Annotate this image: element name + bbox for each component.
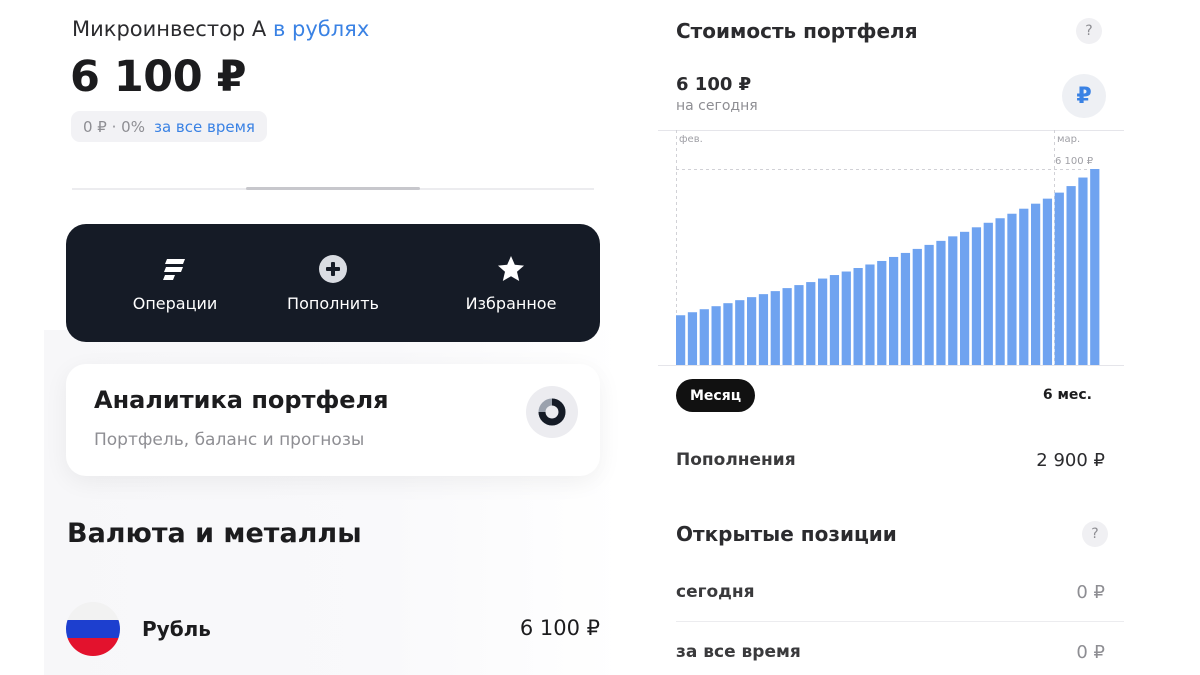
top-up-label: Пополнить xyxy=(287,294,379,313)
chart-bar xyxy=(806,282,816,365)
currency-row-rub[interactable]: Рубль 6 100 ₽ xyxy=(66,602,600,658)
currency-value: 6 100 ₽ xyxy=(519,616,600,640)
chart-bar xyxy=(699,309,709,365)
deposits-label: Пополнения xyxy=(676,450,796,470)
chart-bar xyxy=(676,315,686,365)
period-6m-button[interactable]: 6 мес. xyxy=(1043,387,1092,403)
period-month-button[interactable]: Месяц xyxy=(676,379,756,412)
chart-bar xyxy=(1007,213,1017,365)
today-label: сегодня xyxy=(676,582,755,602)
last-value-label: 6 100 ₽ xyxy=(1055,156,1094,167)
currency-name: Рубль xyxy=(142,617,211,641)
open-positions-title: Открытые позиции xyxy=(676,522,897,546)
portfolio-value: 6 100 ₽ xyxy=(676,74,752,95)
change-pill[interactable]: 0 ₽ · 0% за все время xyxy=(71,111,267,142)
plus-circle-icon xyxy=(318,254,348,284)
tab-indicator xyxy=(246,187,420,190)
chart-bar xyxy=(1090,169,1100,365)
chart-bar xyxy=(1042,198,1053,365)
analytics-subtitle: Портфель, баланс и прогнозы xyxy=(94,430,365,450)
portfolio-help-icon[interactable]: ? xyxy=(1076,18,1102,44)
account-panel: Микроинвестор А в рублях 6 100 ₽ 0 ₽ · 0… xyxy=(0,0,622,675)
x-tick-start: фев. xyxy=(679,134,703,145)
all-time-label: за все время xyxy=(676,642,801,662)
chart-bar xyxy=(948,236,958,365)
chart-bar xyxy=(900,252,911,365)
chart-bar xyxy=(912,248,922,365)
chart-bar xyxy=(711,306,721,365)
portfolio-value-caption: на сегодня xyxy=(676,98,758,114)
star-icon xyxy=(496,254,526,284)
analytics-card[interactable]: Аналитика портфеля Портфель, баланс и пр… xyxy=(66,364,600,476)
x-tick-end: мар. xyxy=(1057,134,1080,145)
favorites-button[interactable]: Избранное xyxy=(446,224,576,342)
open-positions-help-icon[interactable]: ? xyxy=(1082,521,1108,547)
chart-bar xyxy=(853,268,863,365)
change-value: 0 ₽ · 0% xyxy=(83,117,145,136)
chart-bar xyxy=(1078,177,1088,365)
chart-bar xyxy=(1054,192,1064,365)
operations-icon xyxy=(160,254,190,284)
chart-bar xyxy=(829,275,840,365)
portfolio-title: Стоимость портфеля xyxy=(676,19,918,43)
chart-bar xyxy=(794,285,804,365)
analytics-title: Аналитика портфеля xyxy=(94,386,389,414)
chart-bars xyxy=(676,169,1100,365)
chart-bar xyxy=(841,271,851,365)
chart-bar xyxy=(877,260,887,365)
favorites-label: Избранное xyxy=(465,294,557,313)
chart-bar xyxy=(995,218,1005,365)
period-link[interactable]: за все время xyxy=(154,118,255,136)
account-total: 6 100 ₽ xyxy=(70,52,247,102)
operations-button[interactable]: Операции xyxy=(110,224,240,342)
chart-bar xyxy=(758,294,769,365)
chart-bar xyxy=(735,300,745,365)
chart-bar xyxy=(1031,203,1041,365)
chart-bar xyxy=(1019,208,1029,365)
currency-section-title: Валюта и металлы xyxy=(67,518,362,549)
portfolio-chart: фев. мар. 6 100 ₽ xyxy=(658,130,1124,366)
account-title: Микроинвестор А в рублях xyxy=(72,17,369,41)
chart-bar xyxy=(924,244,934,365)
portfolio-panel: Стоимость портфеля ? 6 100 ₽ на сегодня … xyxy=(622,0,1200,675)
chart-bar xyxy=(770,291,780,365)
chart-bar xyxy=(723,303,733,365)
top-up-button[interactable]: Пополнить xyxy=(268,224,398,342)
currency-switch-button[interactable]: ₽ xyxy=(1062,74,1106,118)
chart-bar xyxy=(687,312,698,365)
chart-bar xyxy=(818,278,828,365)
account-name: Микроинвестор А xyxy=(72,17,267,41)
quick-actions: Операции Пополнить Избранное xyxy=(66,224,600,342)
chart-bar xyxy=(865,264,875,365)
currency-link[interactable]: в рублях xyxy=(273,17,369,41)
all-time-value: 0 ₽ xyxy=(1076,642,1105,663)
chart-bar xyxy=(889,256,899,365)
deposits-value: 2 900 ₽ xyxy=(1036,450,1105,471)
operations-label: Операции xyxy=(132,294,218,313)
chart-bar xyxy=(960,231,970,365)
row-divider xyxy=(676,621,1124,622)
russia-flag-icon xyxy=(66,602,120,656)
chart-bar xyxy=(936,240,946,365)
chart-bar xyxy=(782,288,792,365)
chart-bar xyxy=(983,222,993,365)
donut-chart-icon xyxy=(526,386,578,438)
chart-bar xyxy=(1066,186,1076,365)
chart-bar xyxy=(971,227,982,365)
chart-bar xyxy=(747,297,757,365)
today-value: 0 ₽ xyxy=(1076,582,1105,603)
